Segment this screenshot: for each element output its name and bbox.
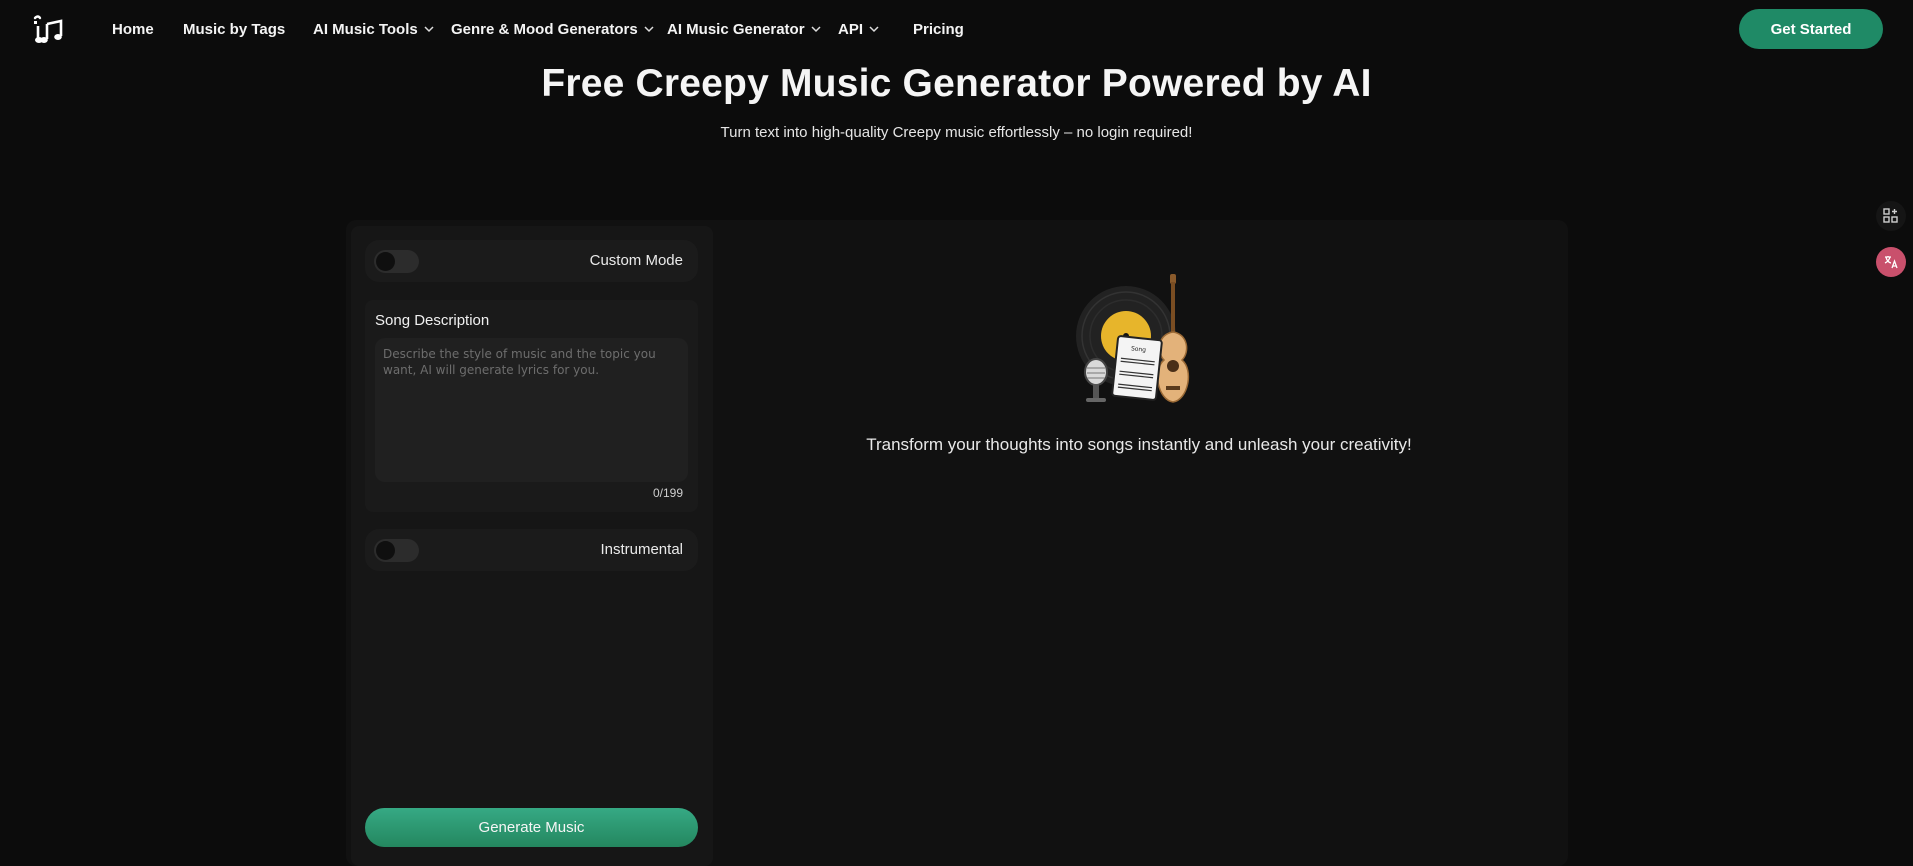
nav-genre-mood-generators[interactable]: Genre & Mood Generators [451, 19, 654, 39]
music-note-logo-icon[interactable] [31, 12, 65, 46]
side-toolbar [1876, 201, 1906, 293]
custom-mode-label: Custom Mode [589, 252, 683, 269]
song-description-label: Song Description [375, 312, 490, 329]
nav-ai-music-generator-label: AI Music Generator [667, 20, 805, 38]
song-description-card: Song Description 0/199 [365, 300, 698, 512]
custom-mode-row: Custom Mode [365, 240, 698, 282]
top-navbar: Home Music by Tags AI Music Tools Genre … [0, 0, 1913, 58]
nav-home-label: Home [112, 20, 154, 38]
nav-api-label: API [838, 20, 864, 38]
nav-music-by-tags[interactable]: Music by Tags [183, 19, 285, 39]
chevron-down-icon [869, 26, 879, 33]
generate-music-button[interactable]: Generate Music [365, 808, 698, 847]
get-started-button[interactable]: Get Started [1739, 9, 1883, 49]
song-description-input[interactable] [375, 338, 688, 482]
apps-add-button[interactable] [1876, 201, 1906, 231]
chevron-down-icon [811, 26, 821, 33]
instrumental-toggle[interactable] [374, 539, 419, 562]
nav-home[interactable]: Home [112, 19, 154, 39]
nav-ai-music-generator[interactable]: AI Music Generator [667, 19, 821, 39]
nav-genre-mood-generators-label: Genre & Mood Generators [451, 20, 638, 38]
vinyl-guitar-mic-songbook-illustration-icon: Song [1076, 274, 1190, 403]
preview-tagline: Transform your thoughts into songs insta… [866, 435, 1412, 454]
chevron-down-icon [424, 26, 434, 33]
nav-music-by-tags-label: Music by Tags [183, 20, 286, 38]
chevron-down-icon [644, 26, 654, 33]
translate-button[interactable] [1876, 247, 1906, 277]
nav-pricing-label: Pricing [913, 20, 964, 38]
instrumental-label: Instrumental [600, 541, 683, 558]
nav-ai-music-tools[interactable]: AI Music Tools [313, 19, 434, 39]
char-counter: 0/199 [652, 486, 683, 500]
page-subtitle: Turn text into high-quality Creepy music… [720, 124, 1193, 141]
page-title: Free Creepy Music Generator Powered by A… [541, 62, 1372, 105]
translate-icon [1884, 256, 1898, 269]
nav-api[interactable]: API [838, 19, 879, 39]
toggle-knob [376, 541, 395, 560]
nav-pricing[interactable]: Pricing [913, 19, 964, 39]
nav-ai-music-tools-label: AI Music Tools [313, 20, 418, 38]
custom-mode-toggle[interactable] [374, 250, 419, 273]
apps-add-icon [1883, 208, 1898, 223]
instrumental-row: Instrumental [365, 529, 698, 571]
toggle-knob [376, 252, 395, 271]
